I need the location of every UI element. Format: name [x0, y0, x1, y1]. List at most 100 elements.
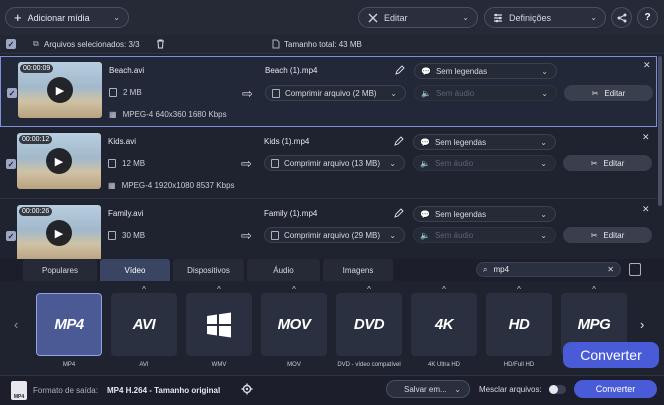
gear-icon[interactable]	[241, 383, 253, 395]
format-label: WMV	[211, 362, 227, 368]
scissors-icon: ✂	[590, 230, 598, 240]
video-thumbnail[interactable]: 00:00:26 ▶	[17, 205, 101, 259]
format-search[interactable]: ⌕ mp4 ✕	[476, 262, 621, 277]
format-label: MP4	[62, 362, 76, 368]
format-settings-icon[interactable]	[629, 263, 641, 276]
format-logo: MP4	[54, 316, 84, 333]
chevron-down-icon: ⌄	[541, 88, 548, 98]
edit-label: Editar	[384, 12, 408, 23]
selected-count: Arquivos selecionados: 3/3	[44, 40, 140, 49]
merge-toggle[interactable]	[549, 385, 566, 394]
format-logo: MOV	[277, 316, 311, 333]
add-media-label: Adicionar mídia	[27, 12, 90, 23]
file-icon	[108, 159, 116, 168]
format-avi[interactable]: AVI	[111, 293, 177, 356]
share-icon	[617, 13, 626, 22]
trash-icon[interactable]	[156, 39, 165, 49]
format-logo: MPG	[577, 316, 611, 333]
remove-file-icon[interactable]: ✕	[643, 60, 651, 71]
file-row[interactable]: ✓ 00:00:09 ▶ Beach.avi 2 MB ▦ MPEG-4 640x…	[0, 56, 657, 127]
subtitles-dropdown[interactable]: 💬 Sem legendas ⌄	[413, 206, 556, 222]
pencil-icon[interactable]	[394, 208, 404, 218]
select-all-checkbox[interactable]: ✓	[6, 39, 16, 49]
video-thumbnail[interactable]: 00:00:09 ▶	[18, 62, 102, 118]
play-icon[interactable]: ▶	[46, 220, 72, 246]
chevron-down-icon: ⌄	[590, 13, 597, 22]
settings-button[interactable]: Definições ⌄	[484, 7, 606, 28]
format-tabs: Populares Vídeo Dispositivos Áudio Image…	[0, 259, 664, 281]
tab-dispositivos[interactable]: Dispositivos	[173, 259, 244, 281]
output-filename: Beach (1).mp4	[265, 66, 318, 75]
speaker-icon: 🔈	[421, 88, 431, 98]
file-icon	[271, 158, 279, 168]
tab-imagens[interactable]: Imagens	[323, 259, 393, 281]
subtitles-dropdown[interactable]: 💬 Sem legendas ⌄	[414, 63, 557, 79]
speaker-icon: 🔈	[420, 230, 430, 240]
format-wmv[interactable]	[186, 293, 252, 356]
format-4k[interactable]: 4K	[411, 293, 477, 356]
film-icon: ▦	[109, 110, 117, 119]
tab-audio[interactable]: Áudio	[247, 259, 320, 281]
format-label: 4K Ultra HD	[427, 362, 460, 368]
chevron-down-icon: ⌄	[540, 230, 547, 240]
file-checkbox[interactable]: ✓	[7, 88, 17, 98]
sliders-icon	[494, 13, 502, 22]
play-icon[interactable]: ▶	[46, 148, 72, 174]
output-format-label: Formato de saída:	[33, 386, 98, 395]
help-button[interactable]: ?	[637, 7, 658, 28]
chevron-down-icon: ⌄	[541, 66, 548, 76]
files-icon: ⧉	[33, 39, 39, 48]
subtitles-icon: 💬	[421, 66, 431, 76]
format-mov[interactable]: MOV	[261, 293, 327, 356]
chevron-down-icon: ⌄	[390, 88, 397, 98]
format-logo: DVD	[353, 316, 385, 333]
scissors-icon: ✂	[591, 88, 599, 98]
audio-dropdown[interactable]: 🔈 Sem áudio ⌄	[414, 85, 557, 101]
file-row[interactable]: ✓ 00:00:26 ▶ Family.avi 30 MB ⇨ Family (…	[0, 201, 657, 259]
pencil-icon[interactable]	[395, 65, 405, 75]
pencil-icon[interactable]	[394, 136, 404, 146]
compress-dropdown[interactable]: Comprimir arquivo (2 MB) ⌄	[265, 85, 406, 101]
compress-dropdown[interactable]: Comprimir arquivo (13 MB) ⌄	[264, 155, 405, 171]
row-edit-button[interactable]: ✂ Editar	[564, 85, 653, 101]
remove-file-icon[interactable]: ✕	[642, 204, 650, 215]
source-filename: Family.avi	[108, 209, 144, 218]
compress-dropdown[interactable]: Comprimir arquivo (29 MB) ⌄	[264, 227, 405, 243]
file-checkbox[interactable]: ✓	[6, 159, 16, 169]
convert-arrow-icon: ⇨	[241, 156, 252, 171]
save-to-dropdown[interactable]: Salvar em... ⌄	[386, 380, 470, 398]
scrollbar[interactable]	[658, 56, 662, 206]
file-checkbox[interactable]: ✓	[6, 231, 16, 241]
clear-search-icon[interactable]: ✕	[607, 265, 614, 274]
tab-video[interactable]: Vídeo	[100, 259, 170, 281]
file-icon	[272, 88, 280, 98]
convert-button[interactable]: Converter	[574, 380, 657, 398]
remove-file-icon[interactable]: ✕	[642, 132, 650, 143]
search-input[interactable]: mp4	[493, 265, 509, 274]
audio-dropdown[interactable]: 🔈 Sem áudio ⌄	[413, 227, 556, 243]
merge-label: Mesclar arquivos:	[479, 385, 542, 394]
row-edit-button[interactable]: ✂ Editar	[563, 155, 652, 171]
duration-badge: 00:00:12	[19, 135, 53, 144]
source-codec: ▦ MPEG-4 640x360 1680 Kbps	[109, 110, 227, 119]
add-media-button[interactable]: + Adicionar mídia ⌄	[5, 7, 129, 28]
format-label: HD/Full HD	[503, 362, 535, 368]
play-icon[interactable]: ▶	[47, 77, 73, 103]
subtitles-icon: 💬	[420, 137, 430, 147]
format-hd[interactable]: HD	[486, 293, 552, 356]
convert-arrow-icon: ⇨	[242, 86, 253, 101]
file-row[interactable]: ✓ 00:00:12 ▶ Kids.avi 12 MB ▦ MPEG-4 1920…	[0, 129, 657, 199]
share-button[interactable]	[611, 7, 632, 28]
tab-populares[interactable]: Populares	[23, 259, 97, 281]
format-mp4[interactable]: MP4	[36, 293, 102, 356]
chevron-left-icon[interactable]: ‹	[14, 317, 18, 332]
row-edit-button[interactable]: ✂ Editar	[563, 227, 652, 243]
format-dvd[interactable]: DVD	[336, 293, 402, 356]
chevron-right-icon[interactable]: ›	[640, 317, 644, 332]
duration-badge: 00:00:26	[19, 207, 53, 216]
settings-label: Definições	[509, 12, 552, 23]
video-thumbnail[interactable]: 00:00:12 ▶	[17, 133, 101, 189]
subtitles-dropdown[interactable]: 💬 Sem legendas ⌄	[413, 134, 556, 150]
edit-button[interactable]: Editar ⌄	[358, 7, 478, 28]
audio-dropdown[interactable]: 🔈 Sem áudio ⌄	[413, 155, 556, 171]
